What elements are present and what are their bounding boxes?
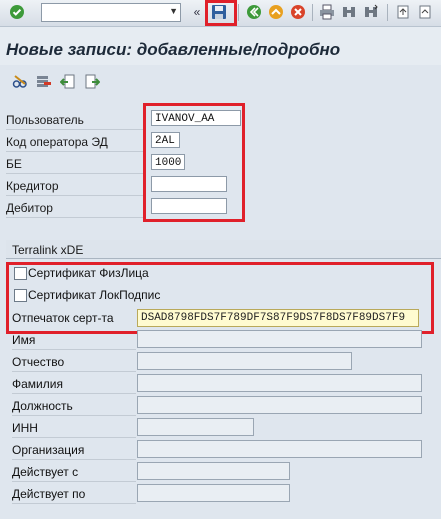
thumbprint-field[interactable]: DSAD8798FDS7F789DF7S87F9DS7F8DS7F89DS7F9 <box>137 309 419 327</box>
divider <box>12 415 136 416</box>
organization-label: Организация <box>12 443 85 457</box>
position-field <box>137 396 422 414</box>
next-entry-icon[interactable] <box>84 74 101 90</box>
edit-glasses-icon[interactable] <box>12 74 28 90</box>
group-title: Terralink xDE <box>12 243 84 257</box>
valid-from-field <box>137 462 290 480</box>
debtor-field[interactable] <box>151 198 227 214</box>
delete-row-icon[interactable] <box>36 74 52 90</box>
cancel-icon[interactable] <box>289 3 307 21</box>
creditor-field[interactable] <box>151 176 227 192</box>
title-bar: Новые записи: добавленные/подробно <box>0 27 441 65</box>
thumbprint-label: Отпечаток серт-та <box>12 311 114 325</box>
organization-field <box>137 440 422 458</box>
toolbar-separator <box>387 4 388 21</box>
divider <box>12 503 136 504</box>
surname-field <box>137 374 422 392</box>
valid-to-label: Действует по <box>12 487 86 501</box>
divider <box>12 437 136 438</box>
operator-code-field[interactable]: 2AL <box>151 132 180 148</box>
command-field[interactable]: ▼ <box>41 3 181 22</box>
cert-person-checkbox[interactable] <box>14 267 27 280</box>
patronymic-field <box>137 352 352 370</box>
system-toolbar: ▼ « <box>0 0 441 27</box>
divider <box>6 151 146 152</box>
be-field[interactable]: 1000 <box>151 154 185 170</box>
exit-icon[interactable] <box>267 3 285 21</box>
inn-field <box>137 418 254 436</box>
valid-to-field <box>137 484 290 502</box>
back-double-icon[interactable]: « <box>188 3 206 21</box>
command-input[interactable] <box>42 5 166 21</box>
back-icon[interactable] <box>245 3 263 21</box>
find-next-icon[interactable] <box>362 3 380 21</box>
toolbar-separator <box>312 4 313 21</box>
divider <box>12 349 136 350</box>
divider <box>6 129 146 130</box>
position-label: Должность <box>12 399 73 413</box>
cert-local-checkbox[interactable] <box>14 289 27 302</box>
name-field <box>137 330 422 348</box>
divider <box>6 217 146 218</box>
print-icon[interactable] <box>318 3 336 21</box>
name-label: Имя <box>12 333 36 347</box>
inn-label: ИНН <box>12 421 38 435</box>
patronymic-label: Отчество <box>12 355 65 369</box>
enter-icon[interactable] <box>8 3 26 21</box>
dropdown-icon[interactable]: ▼ <box>169 6 178 16</box>
valid-from-label: Действует с <box>12 465 79 479</box>
surname-label: Фамилия <box>12 377 63 391</box>
page-title: Новые записи: добавленные/подробно <box>6 40 341 59</box>
toolbar-separator <box>238 4 239 21</box>
find-icon[interactable] <box>340 3 358 21</box>
divider <box>12 459 136 460</box>
prev-entry-icon[interactable] <box>59 74 76 90</box>
operator-code-label: Код оператора ЭД <box>6 135 108 149</box>
divider <box>6 173 146 174</box>
cert-local-label: Сертификат ЛокПодпис <box>28 288 161 302</box>
prev-page-icon[interactable] <box>416 3 434 21</box>
divider <box>12 371 136 372</box>
be-label: БЕ <box>6 157 22 171</box>
user-field[interactable]: IVANOV_AA <box>151 110 241 126</box>
divider <box>6 195 146 196</box>
user-label: Пользователь <box>6 113 84 127</box>
divider <box>12 481 136 482</box>
creditor-label: Кредитор <box>6 179 59 193</box>
first-page-icon[interactable] <box>394 3 412 21</box>
cert-person-label: Сертификат ФизЛица <box>28 266 149 280</box>
save-icon[interactable] <box>210 3 228 21</box>
divider <box>12 393 136 394</box>
debtor-label: Дебитор <box>6 201 53 215</box>
